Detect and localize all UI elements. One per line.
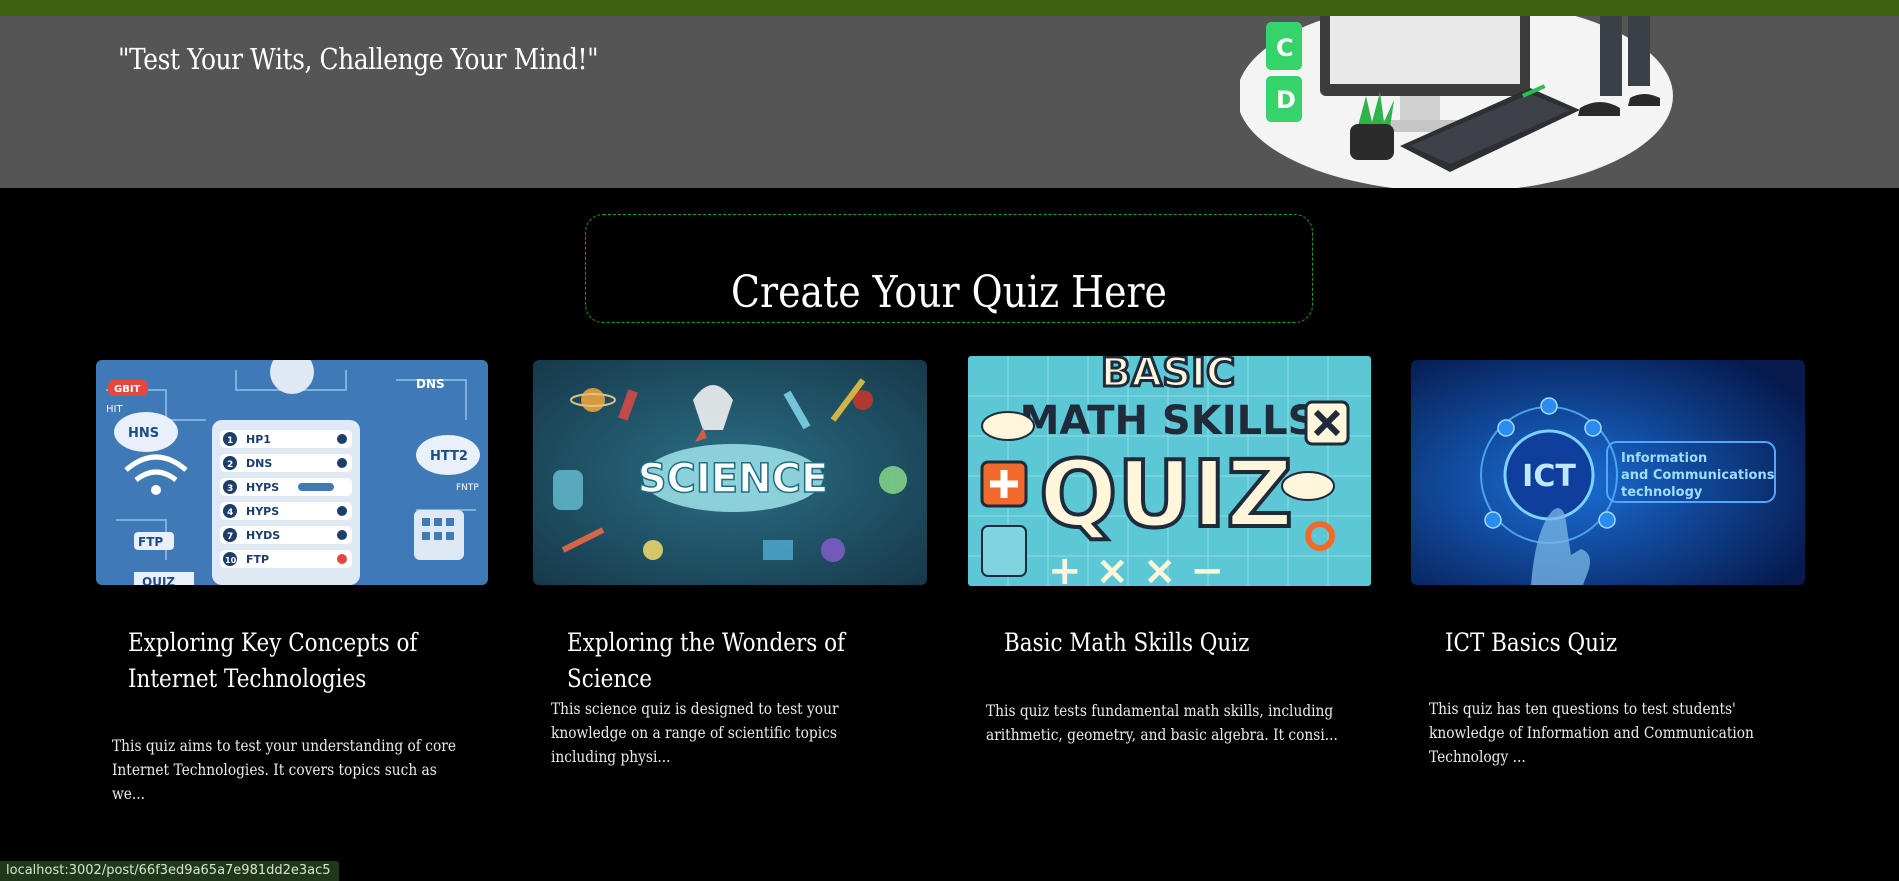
svg-text:2: 2 [227,460,233,470]
svg-text:ICT: ICT [1522,459,1576,494]
svg-text:1: 1 [227,436,233,446]
svg-text:and Communications: and Communications [1621,468,1775,483]
svg-text:Information: Information [1621,451,1707,466]
quiz-card-title[interactable]: Exploring the Wonders of Science [567,625,928,697]
hero-tagline: "Test Your Wits, Challenge Your Mind!" [118,42,599,76]
quiz-card-title[interactable]: Basic Math Skills Quiz [1004,625,1365,661]
svg-text:HYDS: HYDS [246,529,280,542]
top-navbar-strip [0,0,1899,16]
svg-text:DNS: DNS [246,457,272,470]
svg-text:HYPS: HYPS [246,505,279,518]
svg-text:10: 10 [225,556,237,565]
quiz-card-title[interactable]: Exploring Key Concepts of Internet Techn… [128,625,489,697]
computer-illustration: C D [1240,16,1673,188]
quiz-card-image: ICT Information and Communications techn… [1411,360,1805,585]
svg-text:HTT2: HTT2 [430,449,468,464]
img-label-gbit: GBIT [114,384,141,395]
svg-text:3: 3 [227,484,233,494]
svg-text:HIT: HIT [106,404,123,415]
quiz-card-image: BASIC MATH SKILLS QUIZ + × × − [968,356,1371,586]
status-bar-url: localhost:3002/post/66f3ed9a65a7e981dd2e… [0,861,339,881]
svg-text:HP1: HP1 [246,433,271,446]
svg-text:DNS: DNS [416,377,445,391]
svg-text:+ × × −: + × × − [1048,548,1224,586]
quiz-card-description: This quiz tests fundamental math skills,… [986,701,1338,744]
svg-text:QUIZ: QUIZ [1039,441,1293,548]
svg-text:7: 7 [227,532,233,542]
tile-letter-c: C [1276,34,1294,62]
svg-text:FTP: FTP [246,553,269,566]
svg-text:4: 4 [227,508,233,518]
svg-text:HYPS: HYPS [246,481,279,494]
quiz-card-image: SCIENCE [533,360,927,585]
quiz-card-description: This quiz aims to test your understandin… [112,736,456,803]
create-quiz-label: Create Your Quiz Here [731,267,1167,318]
svg-text:FNTP: FNTP [456,483,479,493]
quiz-card-image: GBIT HIT DNS HNS HTT2 FNTP FTP QUIZ 1 HP… [96,360,488,585]
quiz-card-title[interactable]: ICT Basics Quiz [1445,625,1806,661]
svg-text:QUIZ: QUIZ [142,575,175,585]
svg-text:technology: technology [1621,485,1703,500]
create-quiz-button[interactable]: Create Your Quiz Here [585,214,1313,323]
svg-text:HNS: HNS [128,426,159,441]
svg-text:D: D [1276,86,1296,114]
svg-text:SCIENCE: SCIENCE [638,456,829,502]
svg-text:BASIC: BASIC [1101,356,1236,396]
quiz-card-description: This science quiz is designed to test yo… [551,699,839,766]
svg-text:MATH SKILLS: MATH SKILLS [1020,398,1317,444]
svg-text:FTP: FTP [138,535,163,549]
quiz-card-description: This quiz has ten questions to test stud… [1429,699,1754,766]
hero-banner: "Test Your Wits, Challenge Your Mind!" C… [0,16,1899,188]
